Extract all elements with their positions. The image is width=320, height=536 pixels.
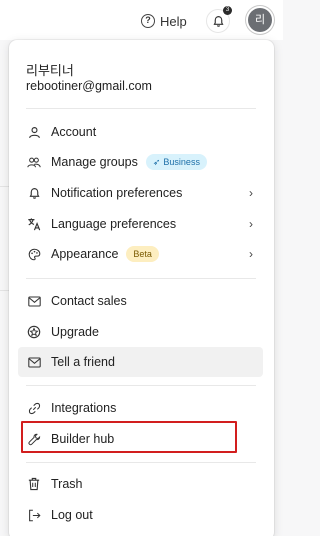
menu-item-log-out[interactable]: Log out [18,500,263,530]
person-icon [27,125,41,139]
bell-icon [27,186,41,200]
beta-badge: Beta [126,246,159,262]
menu-item-label: Upgrade [51,325,99,339]
menu-item-appearance[interactable]: Appearance Beta › [18,239,263,269]
chevron-right-icon: › [249,186,253,200]
help-label: Help [160,13,187,29]
mail-icon [27,355,41,369]
menu-item-notification-preferences[interactable]: Notification preferences › [18,178,263,208]
help-icon: ? [141,14,155,28]
trash-icon [27,477,41,491]
avatar[interactable]: 리 [248,8,272,32]
menu-item-label: Trash [51,477,83,491]
menu-item-label: Manage groups [51,155,138,169]
divider [26,278,256,279]
menu-item-trash[interactable]: Trash [18,469,263,499]
link-icon [27,401,41,415]
menu-item-label: Appearance [51,247,119,261]
menu-item-integrations[interactable]: Integrations [18,393,263,423]
chevron-right-icon: › [249,247,253,261]
divider [26,462,256,463]
menu-item-label: Language preferences [51,217,177,231]
translate-icon [27,217,41,231]
menu-item-label: Log out [51,508,93,522]
chevron-right-icon: › [249,217,253,231]
rocket-icon: ➶ [152,157,161,167]
help-button[interactable]: ? Help [141,12,187,30]
account-dropdown-menu: 리부티너 rebootiner@gmail.com Account Manage… [9,40,274,536]
logout-icon [27,508,41,522]
menu-item-manage-groups[interactable]: Manage groups ➶ Business [18,147,263,177]
menu-item-label: Tell a friend [51,355,115,369]
menu-item-account[interactable]: Account [18,117,263,147]
notification-count-badge: 3 [223,6,232,15]
menu-item-label: Integrations [51,401,117,415]
menu-item-tell-a-friend[interactable]: Tell a friend [18,347,263,377]
menu-item-upgrade[interactable]: Upgrade [18,317,263,347]
divider [26,385,256,386]
user-email: rebootiner@gmail.com [26,79,152,93]
top-bar: ? Help 3 리 [0,0,283,40]
menu-item-label: Contact sales [51,294,127,308]
menu-item-label: Notification preferences [51,186,183,200]
upgrade-icon [27,325,41,339]
builder-hub-highlight-box [21,421,237,453]
divider [26,108,256,109]
business-badge-label: Business [163,157,200,167]
menu-item-language-preferences[interactable]: Language preferences › [18,209,263,239]
mail-icon [27,294,41,308]
user-name: 리부티너 [26,63,74,78]
menu-item-label: Account [51,125,97,139]
business-badge: ➶ Business [145,154,207,170]
menu-item-contact-sales[interactable]: Contact sales [18,286,263,316]
bell-icon [213,16,224,27]
group-icon [27,155,41,169]
palette-icon [27,247,41,261]
